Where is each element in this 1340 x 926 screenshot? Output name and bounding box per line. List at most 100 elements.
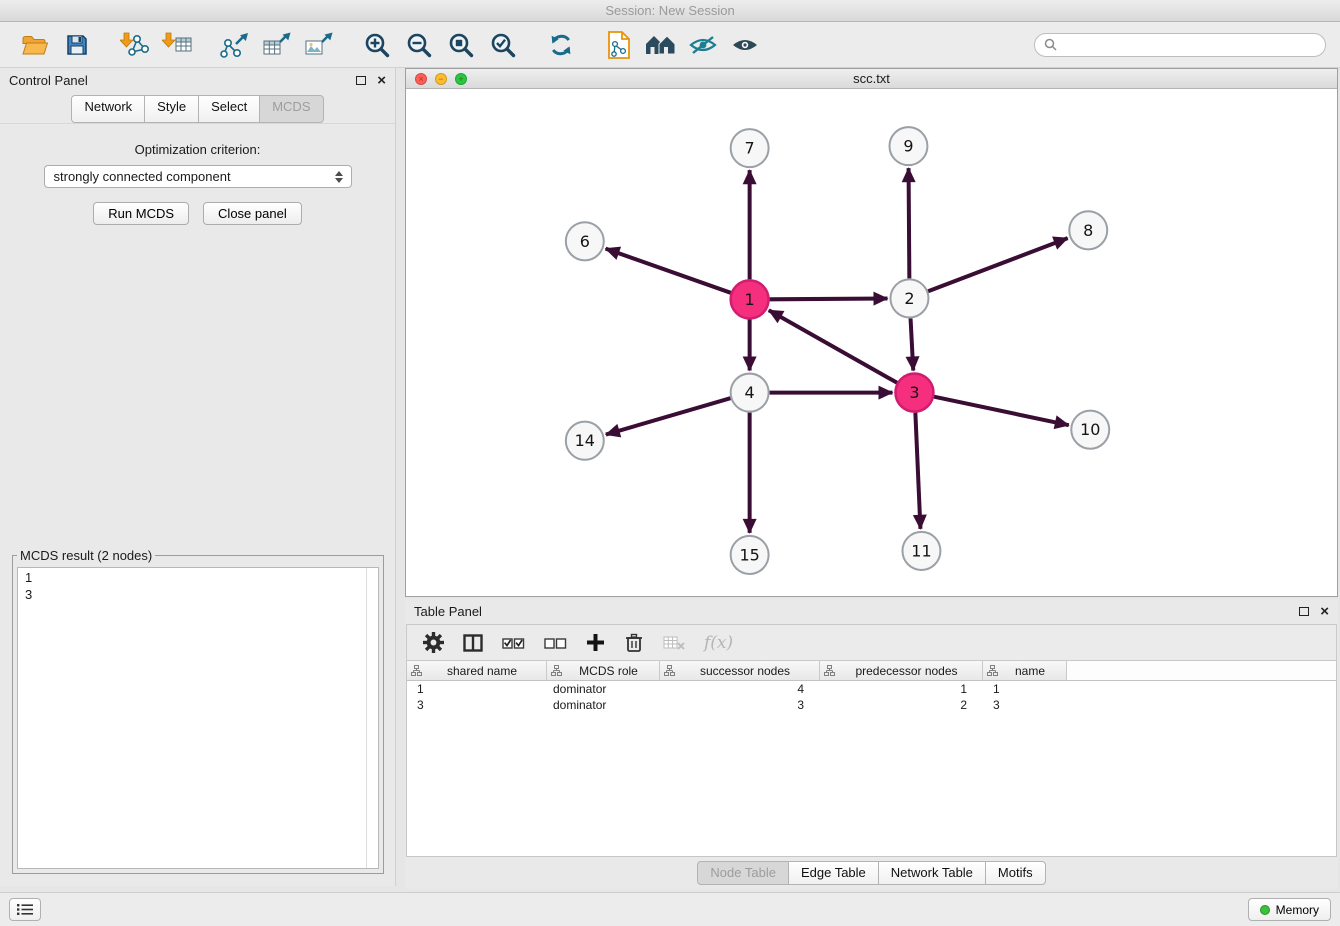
graph-node-8[interactable]: 8 — [1069, 211, 1107, 249]
columns-icon — [463, 634, 483, 652]
graph-node-6[interactable]: 6 — [566, 222, 604, 260]
show-column-panel-button[interactable] — [463, 634, 483, 652]
graph-edge-4-14[interactable] — [606, 398, 731, 434]
svg-text:9: 9 — [903, 137, 913, 156]
import-table-button[interactable] — [156, 26, 198, 64]
window-minimize-icon[interactable]: − — [435, 73, 447, 85]
import-network-button[interactable] — [114, 26, 156, 64]
cell-name[interactable]: 1 — [983, 682, 1067, 696]
cell-mcds-role[interactable]: dominator — [547, 698, 660, 712]
column-header-mcds-role[interactable]: MCDS role — [547, 661, 660, 680]
tab-select[interactable]: Select — [198, 95, 260, 123]
cell-shared-name[interactable]: 3 — [407, 698, 547, 712]
graph-node-10[interactable]: 10 — [1071, 411, 1109, 449]
task-history-button[interactable] — [9, 898, 41, 921]
graph-node-1[interactable]: 1 — [731, 280, 769, 318]
column-header-shared-name[interactable]: shared name — [407, 661, 547, 680]
table-panel-float-icon[interactable] — [1299, 607, 1309, 616]
tree-icon — [551, 665, 562, 676]
delete-column-button[interactable] — [624, 632, 644, 653]
graph-edge-1-2[interactable] — [770, 299, 888, 300]
memory-dot-icon — [1260, 905, 1270, 915]
cell-mcds-role[interactable]: dominator — [547, 682, 660, 696]
graph-edge-3-11[interactable] — [915, 413, 920, 529]
vertical-splitter[interactable] — [396, 68, 405, 892]
svg-text:4: 4 — [745, 383, 755, 402]
optimization-criterion-select[interactable]: strongly connected component — [44, 165, 352, 188]
apply-layout-icon — [548, 32, 574, 58]
graph-edge-1-6[interactable] — [606, 249, 731, 293]
graph-edge-2-8[interactable] — [928, 238, 1068, 291]
graph-node-2[interactable]: 2 — [890, 279, 928, 317]
column-header-name[interactable]: name — [983, 661, 1067, 680]
close-panel-button[interactable]: Close panel — [203, 202, 302, 225]
cell-shared-name[interactable]: 1 — [407, 682, 547, 696]
zoom-fit-button[interactable] — [440, 26, 482, 64]
graph-node-3[interactable]: 3 — [895, 374, 933, 412]
cell-predecessor-nodes[interactable]: 1 — [820, 682, 983, 696]
tab-node-table[interactable]: Node Table — [697, 861, 789, 885]
tab-network-table[interactable]: Network Table — [878, 861, 986, 885]
graph-edge-3-1[interactable] — [769, 310, 897, 383]
graph-node-14[interactable]: 14 — [566, 422, 604, 460]
column-header-successor-nodes[interactable]: successor nodes — [660, 661, 820, 680]
table-settings-button[interactable] — [423, 632, 444, 653]
network-graph[interactable]: 7 9 6 8 1 2 4 3 14 10 15 11 — [406, 89, 1337, 596]
graph-node-7[interactable]: 7 — [731, 129, 769, 167]
window-close-icon[interactable]: × — [415, 73, 427, 85]
table-row[interactable]: 3 dominator 3 2 3 — [407, 697, 1336, 713]
zoom-out-button[interactable] — [398, 26, 440, 64]
graph-edge-2-9[interactable] — [909, 168, 910, 278]
tab-edge-table[interactable]: Edge Table — [788, 861, 879, 885]
export-table-button[interactable] — [256, 26, 298, 64]
graph-node-15[interactable]: 15 — [731, 536, 769, 574]
add-row-icon — [586, 633, 605, 652]
zoom-out-icon — [406, 32, 432, 58]
network-canvas[interactable]: 7 9 6 8 1 2 4 3 14 10 15 11 — [406, 89, 1337, 596]
table-row[interactable]: 1 dominator 4 1 1 — [407, 681, 1336, 697]
control-panel-close-icon[interactable]: × — [377, 73, 386, 88]
graph-node-11[interactable]: 11 — [902, 532, 940, 570]
graph-edge-3-10[interactable] — [934, 397, 1069, 425]
memory-button[interactable]: Memory — [1248, 898, 1331, 921]
deselect-all-button[interactable] — [544, 633, 567, 652]
table-panel: Table Panel × — [405, 599, 1338, 889]
delete-table-button — [663, 634, 685, 652]
tab-motifs[interactable]: Motifs — [985, 861, 1046, 885]
show-graphics-details-button[interactable] — [724, 26, 766, 64]
new-network-from-selection-button[interactable] — [598, 26, 640, 64]
search-input[interactable] — [1062, 37, 1316, 52]
table-panel-close-icon[interactable]: × — [1320, 604, 1329, 619]
graph-node-9[interactable]: 9 — [889, 127, 927, 165]
tab-mcds[interactable]: MCDS — [259, 95, 323, 123]
cell-successor-nodes[interactable]: 3 — [660, 698, 820, 712]
graph-node-4[interactable]: 4 — [731, 374, 769, 412]
hide-graphics-details-button[interactable] — [682, 26, 724, 64]
column-header-predecessor-nodes[interactable]: predecessor nodes — [820, 661, 983, 680]
apply-layout-button[interactable] — [540, 26, 582, 64]
tab-style[interactable]: Style — [144, 95, 199, 123]
export-table-icon — [262, 32, 292, 58]
mcds-panel-body: Optimization criterion: strongly connect… — [0, 123, 395, 886]
export-image-button[interactable] — [298, 26, 340, 64]
save-session-button[interactable] — [56, 26, 98, 64]
tab-network[interactable]: Network — [71, 95, 145, 123]
add-column-button[interactable] — [586, 633, 605, 652]
cell-predecessor-nodes[interactable]: 2 — [820, 698, 983, 712]
export-network-button[interactable] — [214, 26, 256, 64]
right-column: × − + scc.txt 79681243141015 — [405, 68, 1338, 892]
select-all-button[interactable] — [502, 633, 525, 652]
graph-edge-2-3[interactable] — [911, 318, 914, 370]
zoom-selected-icon — [490, 32, 516, 58]
node-table-header: shared name MCDS role successor nodes — [407, 661, 1336, 681]
cell-successor-nodes[interactable]: 4 — [660, 682, 820, 696]
run-mcds-button[interactable]: Run MCDS — [93, 202, 189, 225]
search-box[interactable] — [1034, 33, 1326, 57]
zoom-in-button[interactable] — [356, 26, 398, 64]
open-session-button[interactable] — [14, 26, 56, 64]
zoom-selected-button[interactable] — [482, 26, 524, 64]
window-zoom-icon[interactable]: + — [455, 73, 467, 85]
control-panel-float-icon[interactable] — [356, 76, 366, 85]
homes-button[interactable] — [640, 26, 682, 64]
cell-name[interactable]: 3 — [983, 698, 1067, 712]
